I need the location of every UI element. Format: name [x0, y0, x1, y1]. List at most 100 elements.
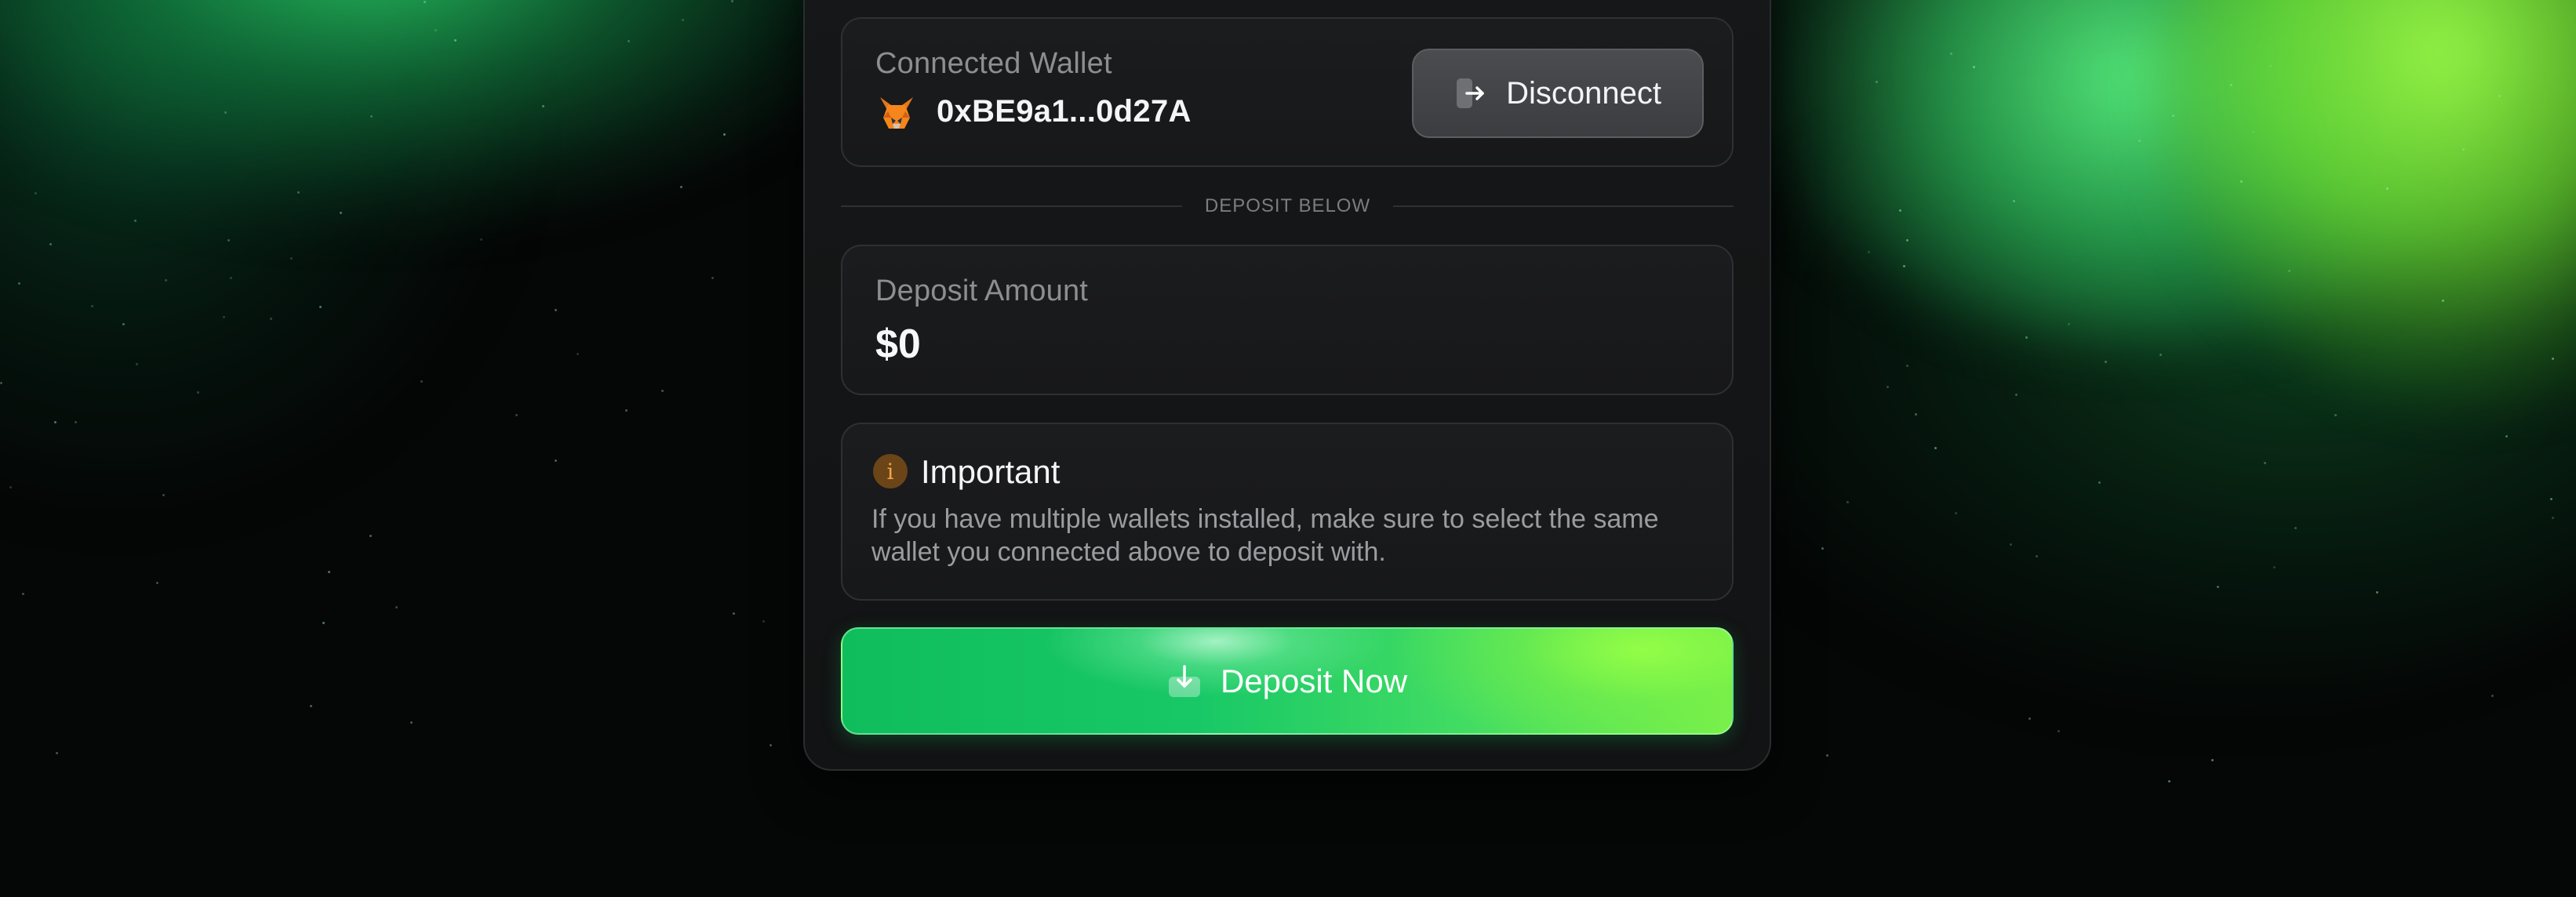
- star: [2505, 434, 2509, 438]
- deposit-below-divider: DEPOSIT BELOW: [1204, 195, 1371, 216]
- star: [733, 612, 736, 616]
- star: [555, 459, 558, 463]
- star: [625, 409, 628, 412]
- star: [542, 105, 545, 108]
- star: [2012, 200, 2015, 203]
- star: [2498, 94, 2501, 97]
- star: [628, 39, 631, 42]
- divider-line-right: [1393, 205, 1734, 207]
- star: [35, 192, 38, 195]
- star: [681, 19, 684, 22]
- star: [135, 362, 138, 365]
- star: [2239, 180, 2243, 183]
- star: [2252, 131, 2255, 134]
- star: [1934, 447, 1937, 450]
- star: [1876, 81, 1879, 84]
- star: [2490, 694, 2494, 697]
- star: [2264, 462, 2267, 465]
- star: [18, 281, 20, 285]
- wallet-address: 0xBE9a1...0d27A: [937, 94, 1192, 129]
- star: [53, 421, 56, 424]
- star: [1972, 65, 1975, 68]
- star: [2288, 270, 2291, 273]
- star: [479, 238, 482, 242]
- star: [2376, 590, 2379, 594]
- deposit-amount-field[interactable]: [841, 245, 1734, 395]
- deposit-now-button[interactable]: Deposit Now: [841, 627, 1734, 735]
- star: [1846, 501, 1850, 504]
- star: [224, 111, 227, 114]
- star: [2272, 565, 2276, 568]
- star: [55, 752, 58, 755]
- star: [2057, 729, 2060, 732]
- star: [90, 304, 93, 307]
- star: [770, 743, 773, 746]
- star: [395, 605, 398, 608]
- star: [762, 619, 766, 623]
- disconnect-button[interactable]: Disconnect: [1412, 49, 1704, 138]
- star: [155, 581, 158, 584]
- disconnect-button-label: Disconnect: [1506, 75, 1661, 111]
- star: [309, 704, 312, 707]
- star: [2294, 526, 2298, 529]
- star: [1903, 264, 1906, 267]
- logout-arrow-icon: [1457, 78, 1484, 108]
- star: [711, 276, 714, 279]
- star: [2025, 336, 2028, 339]
- star: [515, 413, 518, 416]
- star: [2028, 717, 2031, 720]
- star: [434, 29, 437, 32]
- star: [297, 191, 300, 194]
- star: [1905, 364, 1908, 367]
- deposit-amount-value[interactable]: $0: [875, 321, 921, 368]
- star: [2552, 358, 2554, 361]
- notice-title: Important: [921, 453, 1061, 490]
- deposit-now-label: Deposit Now: [1220, 662, 1408, 699]
- star: [554, 308, 557, 311]
- star: [318, 306, 322, 309]
- star: [1950, 52, 1953, 55]
- star: [227, 239, 230, 242]
- star: [2385, 187, 2389, 190]
- star: [270, 317, 273, 320]
- star: [2216, 586, 2219, 589]
- star: [1821, 547, 1825, 550]
- star: [49, 242, 53, 245]
- star: [0, 382, 3, 385]
- star: [162, 494, 165, 497]
- star: [424, 0, 427, 3]
- star: [723, 133, 726, 136]
- divider-line-left: [841, 205, 1182, 207]
- star: [75, 420, 78, 423]
- star: [2210, 759, 2214, 762]
- star: [369, 534, 372, 537]
- star: [2172, 114, 2175, 117]
- star: [2269, 64, 2272, 67]
- star: [1955, 511, 1958, 514]
- star: [1905, 239, 1908, 242]
- star: [2551, 516, 2554, 519]
- star: [420, 380, 423, 383]
- download-arrow-icon: [1168, 664, 1200, 697]
- star: [222, 316, 225, 319]
- star: [370, 115, 373, 118]
- star: [2067, 323, 2070, 326]
- star: [230, 276, 233, 279]
- info-icon: i: [873, 454, 908, 488]
- star: [2015, 394, 2018, 397]
- star: [1867, 250, 1870, 253]
- star: [339, 212, 342, 215]
- star: [2442, 300, 2445, 303]
- star: [1887, 386, 1890, 389]
- star: [197, 390, 200, 394]
- star: [2009, 543, 2012, 547]
- star: [453, 39, 457, 42]
- star: [2461, 148, 2465, 151]
- star: [327, 571, 330, 574]
- star: [1826, 754, 1829, 757]
- star: [122, 323, 126, 326]
- star: [2549, 498, 2552, 501]
- star: [9, 485, 13, 488]
- star: [680, 185, 683, 188]
- connected-wallet-label: Connected Wallet: [875, 47, 1112, 80]
